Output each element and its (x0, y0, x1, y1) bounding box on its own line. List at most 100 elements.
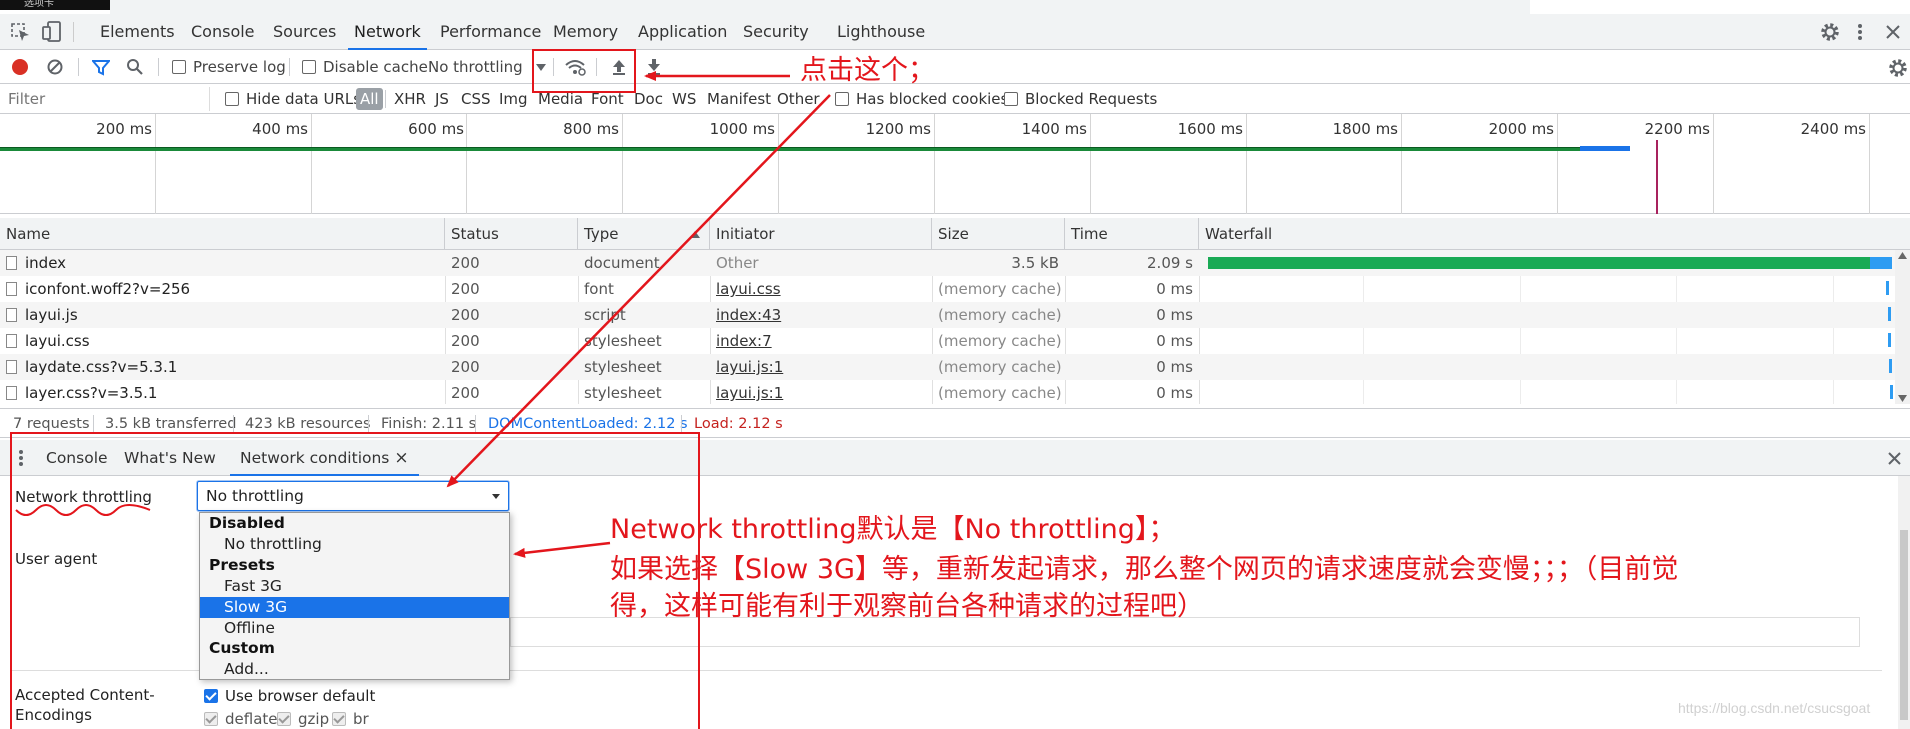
throttling-select[interactable]: No throttling (428, 50, 523, 84)
type-filter-ws[interactable]: WS (672, 84, 696, 114)
cell-name: layui.js (0, 302, 445, 328)
cell-size: (memory cache) (932, 302, 1065, 328)
column-name[interactable]: Name (0, 218, 445, 250)
overview-bar (0, 147, 1580, 151)
blocked-requests-checkbox[interactable]: Blocked Requests (1004, 84, 1157, 114)
table-row[interactable]: layui.js 200 script index:43 (memory cache) 0… (0, 302, 1910, 328)
disable-cache-checkbox[interactable]: Disable cache (302, 50, 428, 84)
size-text: (memory cache) (938, 306, 1062, 324)
time-text: 0 ms (1156, 280, 1193, 298)
type-text: script (584, 306, 626, 324)
file-icon (6, 334, 17, 348)
clear-icon[interactable] (47, 59, 63, 75)
file-icon (6, 360, 17, 374)
initiator-text: Other (716, 254, 759, 272)
filter-icon[interactable] (92, 59, 110, 76)
column-type[interactable]: Type (578, 218, 710, 250)
column-time[interactable]: Time (1065, 218, 1199, 250)
checkbox-box[interactable] (225, 92, 239, 106)
divider (78, 58, 79, 76)
table-row[interactable]: layui.css 200 stylesheet index:7 (memory cac… (0, 328, 1910, 354)
checkbox-box[interactable] (835, 92, 849, 106)
cell-time: 0 ms (1065, 380, 1199, 406)
cell-type: stylesheet (578, 354, 710, 380)
cell-name: layui.css (0, 328, 445, 354)
overview-bar (1580, 146, 1630, 151)
table-scrollbar[interactable] (1895, 250, 1910, 404)
tab-application[interactable]: Application (632, 14, 733, 50)
record-icon[interactable] (11, 58, 29, 76)
cell-initiator[interactable]: index:43 (710, 302, 932, 328)
tab-security[interactable]: Security (737, 14, 815, 50)
type-text: stylesheet (584, 384, 662, 402)
size-text: (memory cache) (938, 358, 1062, 376)
preserve-log-checkbox[interactable]: Preserve log (172, 50, 286, 84)
tab-console[interactable]: Console (185, 14, 261, 50)
filter-input[interactable] (2, 87, 210, 111)
table-row[interactable]: laydate.css?v=5.3.1 200 stylesheet layui.js… (0, 354, 1910, 380)
checkbox-box[interactable] (172, 60, 186, 74)
type-filter-manifest[interactable]: Manifest (707, 84, 771, 114)
table-row[interactable]: layer.css?v=3.5.1 200 stylesheet layui.js:1… (0, 380, 1910, 406)
column-waterfall[interactable]: Waterfall (1199, 218, 1910, 250)
type-filter-js[interactable]: JS (435, 84, 449, 114)
type-text: document (584, 254, 660, 272)
name-text: index (25, 254, 67, 272)
scroll-up-icon[interactable] (1898, 252, 1907, 259)
tab-performance[interactable]: Performance (434, 14, 547, 50)
type-filter-all[interactable]: All (356, 88, 383, 110)
cell-initiator[interactable]: index:7 (710, 328, 932, 354)
overview-tick: 1000 ms (709, 120, 775, 138)
hide-data-urls-checkbox[interactable]: Hide data URLs (225, 84, 361, 114)
divider (289, 58, 290, 76)
more-vert-icon[interactable] (1856, 22, 1864, 42)
tab-memory[interactable]: Memory (547, 14, 624, 50)
cell-status: 200 (445, 276, 578, 302)
drawer-close-icon[interactable] (1888, 452, 1901, 465)
device-toolbar-icon[interactable] (42, 21, 62, 43)
overview-tick: 2400 ms (1800, 120, 1866, 138)
devtools-tabbar: Elements Console Sources Network Perform… (0, 14, 1910, 50)
overview-tick: 400 ms (252, 120, 308, 138)
column-size[interactable]: Size (932, 218, 1065, 250)
type-filter-doc[interactable]: Doc (634, 84, 663, 114)
timeline-overview[interactable]: 200 ms 400 ms 600 ms 800 ms 1000 ms 1200… (0, 114, 1910, 214)
cell-name: index (0, 250, 445, 276)
export-har-icon[interactable] (646, 58, 662, 76)
cell-size: (memory cache) (932, 354, 1065, 380)
column-type-label: Type (584, 225, 619, 243)
checkbox-box[interactable] (302, 60, 316, 74)
size-text: (memory cache) (938, 332, 1062, 350)
close-icon[interactable] (1886, 25, 1900, 39)
scroll-down-icon[interactable] (1898, 395, 1907, 402)
table-row[interactable]: iconfont.woff2?v=256 200 font layui.css (mem… (0, 276, 1910, 302)
status-text: 200 (451, 306, 480, 324)
watermark: https://blog.csdn.net/csucsgoat (1678, 700, 1871, 716)
checkbox-box[interactable] (1004, 92, 1018, 106)
type-filter-img[interactable]: Img (499, 84, 528, 114)
tab-sources[interactable]: Sources (267, 14, 342, 50)
has-blocked-cookies-label: Has blocked cookies (856, 90, 1009, 108)
type-filter-xhr[interactable]: XHR (394, 84, 426, 114)
inspect-icon[interactable] (10, 22, 32, 42)
type-text: stylesheet (584, 332, 662, 350)
tab-network[interactable]: Network (348, 14, 427, 50)
waterfall-bar (1208, 257, 1870, 269)
drawer-scrollbar-thumb[interactable] (1900, 530, 1908, 720)
cell-initiator[interactable]: layui.js:1 (710, 380, 932, 406)
column-status[interactable]: Status (445, 218, 578, 250)
tab-elements[interactable]: Elements (94, 14, 181, 50)
cell-type: stylesheet (578, 380, 710, 406)
gear-icon[interactable] (1820, 22, 1840, 42)
network-settings-gear-icon[interactable] (1888, 58, 1908, 78)
search-icon[interactable] (126, 58, 144, 76)
tab-lighthouse[interactable]: Lighthouse (831, 14, 931, 50)
network-toolbar: Preserve log Disable cache No throttling (0, 50, 1910, 84)
table-row[interactable]: index 200 document Other 3.5 kB 2.09 s (0, 250, 1910, 276)
type-filter-css[interactable]: CSS (461, 84, 491, 114)
cell-initiator[interactable]: layui.js:1 (710, 354, 932, 380)
column-initiator[interactable]: Initiator (710, 218, 932, 250)
cell-status: 200 (445, 328, 578, 354)
status-text: 200 (451, 358, 480, 376)
cell-initiator[interactable]: layui.css (710, 276, 932, 302)
